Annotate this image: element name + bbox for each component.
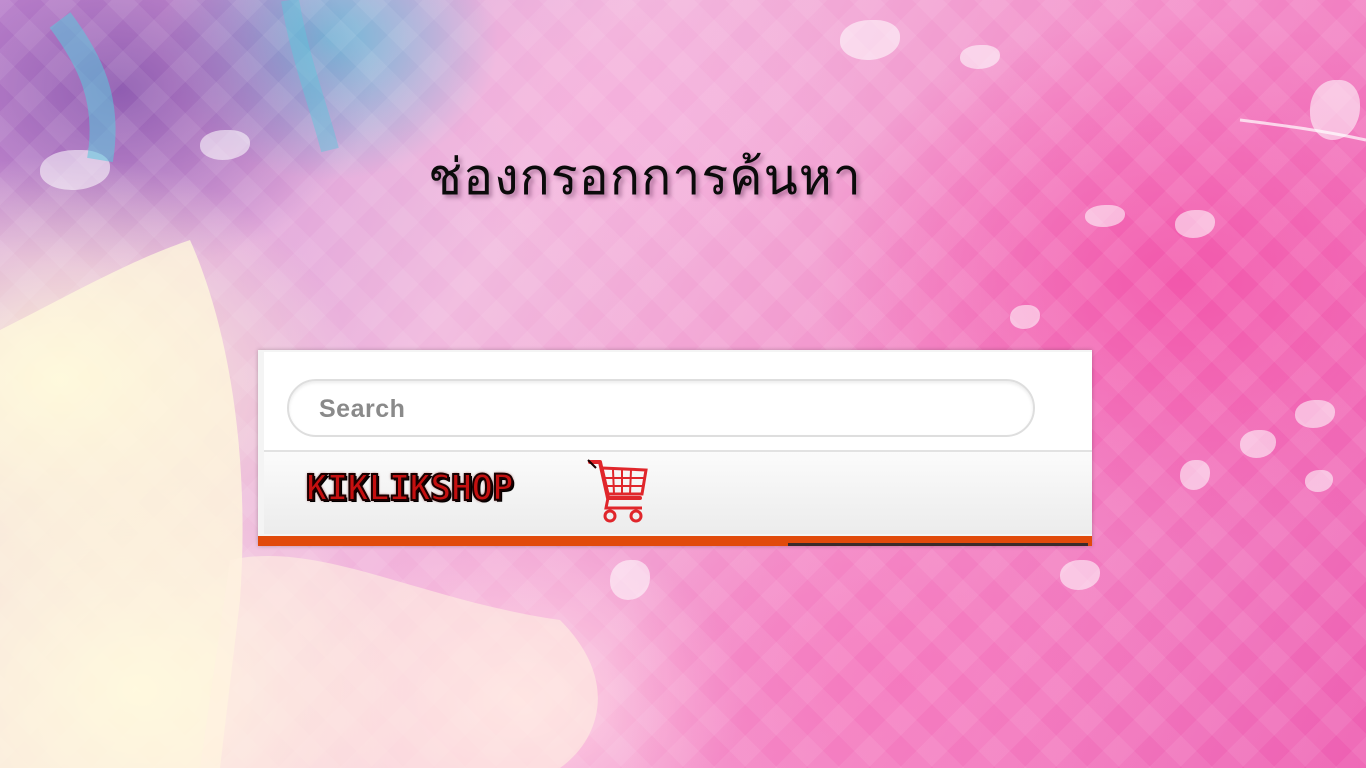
- paint-splash: [1060, 560, 1100, 590]
- logo-area: KIKLIKSHOP: [264, 452, 1092, 534]
- search-input[interactable]: Search: [287, 379, 1035, 437]
- paint-splash: [610, 560, 650, 600]
- shopping-cart-icon: [587, 459, 648, 523]
- search-bar-area: Search: [264, 352, 1092, 452]
- search-placeholder: Search: [319, 395, 406, 423]
- paint-splash: [840, 20, 900, 60]
- website-header-screenshot: Search KIKLIKSHOP: [258, 350, 1092, 546]
- paint-splash: [1295, 400, 1335, 428]
- paint-splash: [1180, 460, 1210, 490]
- paint-splash: [1010, 305, 1040, 329]
- shop-logo-text[interactable]: KIKLIKSHOP: [305, 467, 515, 510]
- paint-splash: [1310, 80, 1360, 140]
- accent-bar: [258, 536, 1092, 546]
- paint-splash: [1240, 430, 1276, 458]
- slide-title: ช่องกรอกการค้นหา: [428, 148, 862, 206]
- paint-splash: [960, 45, 1000, 69]
- paint-splash: [1305, 470, 1333, 492]
